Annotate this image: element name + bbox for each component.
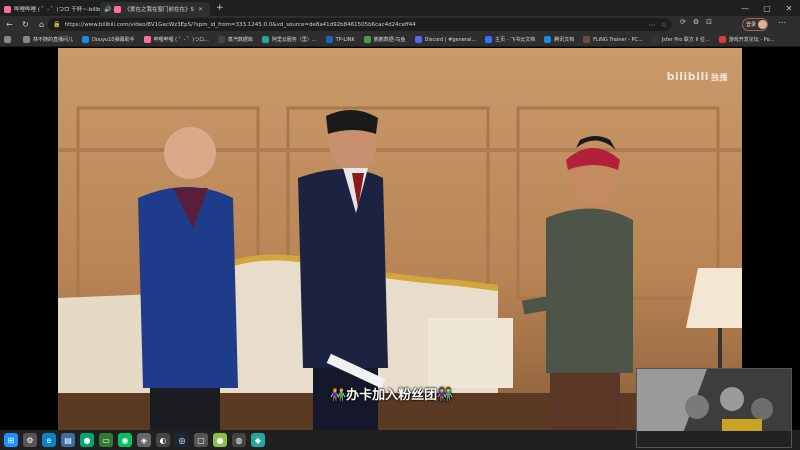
new-tab-icon[interactable]: + [216,3,224,13]
qq-icon[interactable]: ◐ [156,433,170,447]
bookmark-favicon-icon [718,36,726,43]
bookmarks-bar: 林不随的直播间儿 Douyu10弹幕助手 哔哩哔哩 ( ゜- ゜)つロ... 蒸汽数据… [0,33,800,47]
bookmark-item[interactable]: 林不随的直播间儿 [23,36,73,43]
app6-icon[interactable]: ◆ [251,433,265,447]
notes-icon[interactable]: ▤ [61,433,75,447]
bookmark-item[interactable]: 哔哩哔哩 ( ゜- ゜)つロ... [143,36,209,43]
browser-menu-icon[interactable]: ⋯ [778,18,786,27]
bookmark-label: 哔哩哔哩 ( ゜- ゜)つロ... [153,37,209,43]
bookmark-favicon-icon [651,36,659,43]
close-window-icon[interactable]: ✕ [778,0,800,16]
bookmark-label: 蒸汽数据库 [227,37,253,43]
omnibox-actions: ⋯ ☆ [649,18,672,31]
bilibili-favicon-icon [114,5,122,13]
toolbar-icons: ⟳ ⚙ ⊡ [680,18,719,26]
tab-title: 哔哩哔哩 ( ゜- ゜)つロ 干杯~-bilibili [14,7,100,13]
live-subtitle: 👫办卡加入粉丝团👫 [330,388,454,403]
avatar [758,20,767,29]
watermark-text: bilibili [666,70,709,83]
bookmark-item[interactable]: TP-LINK [325,36,355,43]
bookmark-favicon-icon [325,36,333,43]
pip-thumbnail[interactable] [636,368,792,448]
home-icon[interactable]: ⌂ [35,18,48,31]
app-icon[interactable]: ● [80,433,94,447]
refresh-extension-icon[interactable]: ⟳ [680,18,686,26]
bookmark-label: 游戏开发论坛 - Po... [728,37,775,43]
app5-icon[interactable]: ◍ [232,433,246,447]
watermark-badge: 独播 [711,73,728,82]
bookmark-label: FLiNG Trainer - PC... [593,36,643,43]
bookmark-label: 主页 - 飞书云文档 [495,37,536,43]
bookmark-favicon-icon [82,36,90,43]
bookmark-label: 腾讯文档 [554,37,575,43]
chat-icon[interactable]: ▭ [99,433,113,447]
bookmark-item[interactable]: 蒸汽数据库 [217,36,253,43]
tab-title: 《爱在之我在窗门前在在》5 [124,7,194,13]
bookmark-label: Jsfer Pro 联方 II 位... [661,37,710,43]
profile-label: 登录 [746,22,757,28]
tab-close-icon[interactable]: ✕ [198,6,203,13]
bookmark-label: TP-LINK [335,36,355,43]
steam-icon[interactable]: ◎ [175,433,189,447]
window-controls: — ▢ ✕ [734,0,800,16]
bookmark-label: 林不随的直播间儿 [33,37,74,43]
navigation-bar: ← ↻ ⌂ 🔒 https://www.bilibili.com/video/B… [0,16,800,33]
bookmark-favicon-icon [363,36,371,43]
settings-icon[interactable]: ⚙ [23,433,37,447]
bookmark-favicon-icon [485,36,493,43]
profile-button[interactable]: 登录 [742,18,768,31]
bilibili-watermark: bilibili 独播 [667,70,728,83]
bookmark-favicon-icon [261,36,269,43]
bookmark-label: Douyu10弹幕助手 [92,37,135,43]
back-icon[interactable]: ← [3,18,16,31]
reload-icon[interactable]: ↻ [19,18,32,31]
app4-icon[interactable]: ● [213,433,227,447]
bookmark-label: 鹏鹏数据-鸟鱼 [373,37,406,43]
app2-icon[interactable]: ◈ [137,433,151,447]
tab-video[interactable]: 🔊 《爱在之我在窗门前在在》5 ✕ [100,2,210,16]
more-icon[interactable]: ⋯ [649,21,656,29]
tab-strip: 哔哩哔哩 ( ゜- ゜)つロ 干杯~-bilibili ✕ 🔊 《爱在之我在窗门… [0,0,800,16]
speaker-icon[interactable]: 🔊 [104,6,111,13]
maximize-icon[interactable]: ▢ [756,0,778,16]
pip-content [637,369,791,447]
bookmark-item[interactable]: 腾讯文档 [544,36,574,43]
edge-icon[interactable]: e [42,433,56,447]
bookmark-favicon-icon [143,36,151,43]
bookmark-item[interactable]: Douyu10弹幕助手 [82,36,135,43]
bookmark-label: 阿里云服务（里）... [271,37,317,43]
lock-icon[interactable]: 🔒 [53,21,60,28]
bookmark-label: Discord | #general... [424,36,477,43]
bookmark-item[interactable]: 游戏开发论坛 - Po... [718,36,775,43]
extensions-icon[interactable]: ⚙ [693,18,699,26]
wechat-icon[interactable]: ◉ [118,433,132,447]
bookmark-item[interactable] [4,36,14,43]
bookmark-favicon-icon [217,36,225,43]
bookmark-favicon-icon [414,36,422,43]
bookmark-item[interactable]: 鹏鹏数据-鸟鱼 [363,36,406,43]
bookmark-item[interactable]: Jsfer Pro 联方 II 位... [651,36,710,43]
bookmark-favicon-icon [23,36,30,43]
bookmark-favicon-icon [583,36,591,43]
bilibili-favicon-icon [4,5,11,13]
url-text[interactable]: https://www.bilibili.com/video/BV1GecWz3… [64,22,415,28]
minimize-icon[interactable]: — [734,0,756,16]
bookmark-star-icon[interactable]: ☆ [661,21,667,29]
app3-icon[interactable]: ▢ [194,433,208,447]
bookmark-item[interactable]: Discord | #general... [414,36,477,43]
bookmark-item[interactable]: 阿里云服务（里）... [261,36,317,43]
bookmark-item[interactable]: 主页 - 飞书云文档 [485,36,535,43]
bookmark-favicon-icon [4,36,11,43]
split-screen-icon[interactable]: ⊡ [706,18,712,26]
bookmark-favicon-icon [544,36,552,43]
tab-bilibili-home[interactable]: 哔哩哔哩 ( ゜- ゜)つロ 干杯~-bilibili ✕ [0,2,100,16]
bookmark-item[interactable]: FLiNG Trainer - PC... [583,36,643,43]
windows-icon[interactable]: ⊞ [4,433,18,447]
address-bar[interactable]: 🔒 https://www.bilibili.com/video/BV1GecW… [48,18,672,31]
